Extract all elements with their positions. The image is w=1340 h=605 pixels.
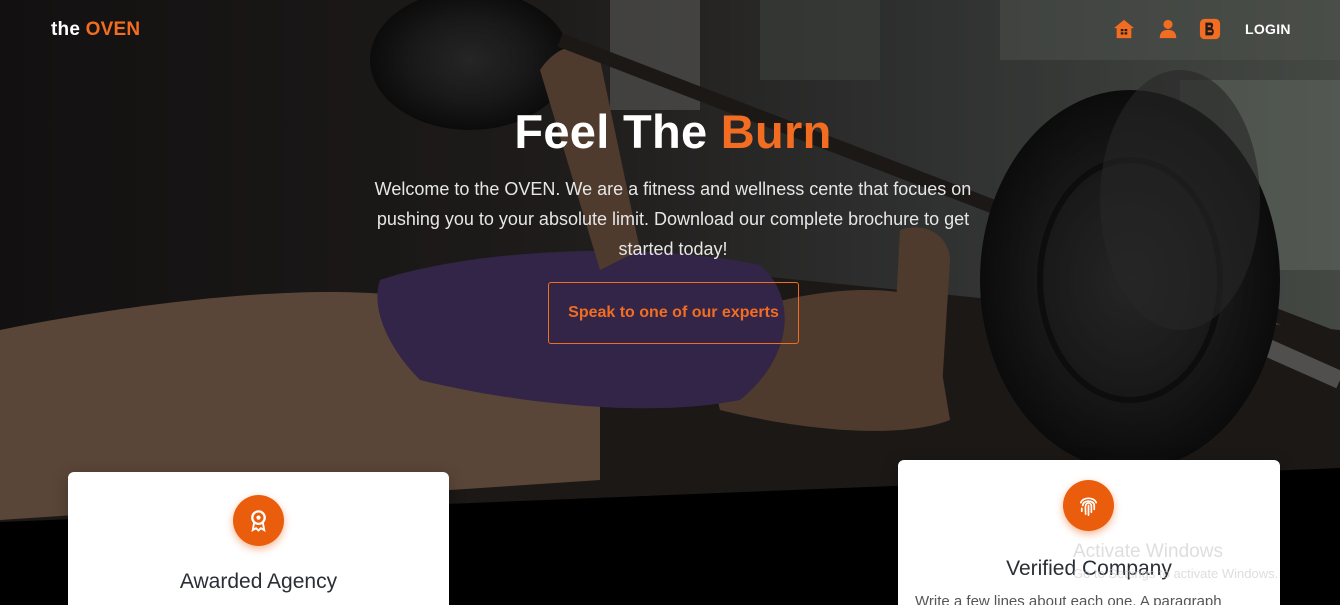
award-icon	[233, 495, 284, 546]
headline-main: Feel The	[514, 105, 708, 158]
feature-card-verified: Verified Company Write a few lines about…	[898, 460, 1280, 605]
hero-headline: Feel The Burn	[0, 104, 1340, 159]
card-text: Write a few lines about each one. A para…	[915, 593, 1222, 605]
brand-logo[interactable]: the OVEN	[51, 19, 140, 41]
activate-windows-title: Activate Windows	[1073, 541, 1223, 562]
home-icon[interactable]	[1113, 18, 1135, 40]
hero-intro-text: Welcome to the OVEN. We are a fitness an…	[374, 179, 972, 259]
activate-windows-subtitle: Go to Settings to activate Windows.	[1073, 566, 1279, 581]
headline-accent: Burn	[720, 105, 832, 158]
navbar: the OVEN LOGIN	[0, 0, 1340, 60]
fingerprint-icon	[1063, 480, 1114, 531]
feature-card-awarded: Awarded Agency	[68, 472, 449, 605]
blogger-icon[interactable]	[1199, 18, 1221, 40]
user-icon[interactable]	[1157, 18, 1179, 40]
card-title: Awarded Agency	[179, 570, 338, 593]
speak-to-expert-button[interactable]: Speak to one of our experts	[548, 282, 799, 344]
brand-prefix: the	[51, 19, 81, 40]
login-link[interactable]: LOGIN	[1245, 21, 1291, 37]
brand-accent: OVEN	[85, 19, 141, 40]
